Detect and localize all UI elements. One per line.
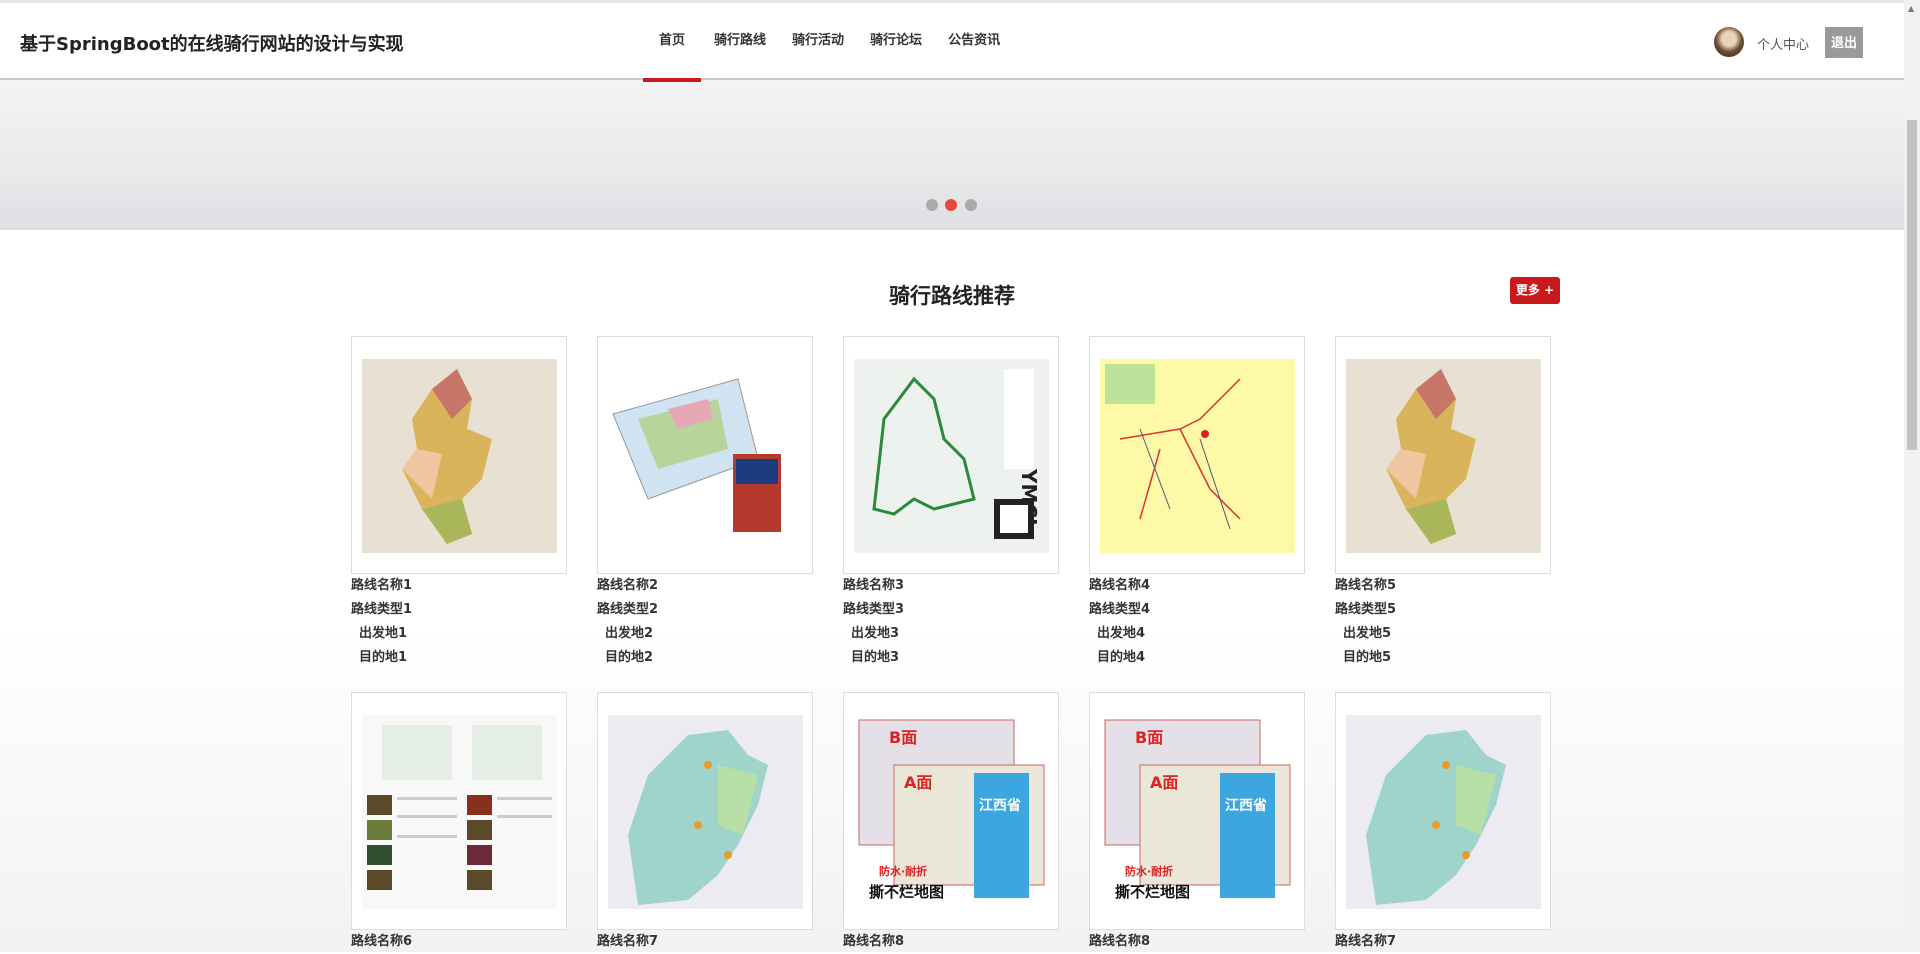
logout-button[interactable]: 退出 bbox=[1825, 27, 1863, 58]
scrollbar[interactable]: ▲ bbox=[1904, 0, 1920, 952]
route-card[interactable]: 路线名称2 路线类型2 出发地2 目的地2 bbox=[597, 336, 813, 670]
route-card[interactable]: B面 A面江西省防水·耐折撕不烂地图路线名称8 bbox=[843, 692, 1059, 954]
route-image[interactable] bbox=[1089, 336, 1305, 574]
route-origin: 出发地4 bbox=[1097, 626, 1146, 641]
route-name[interactable]: 路线名称4 bbox=[1089, 574, 1305, 598]
svg-text:A面: A面 bbox=[904, 773, 932, 792]
route-card[interactable]: 路线名称1 路线类型1 出发地1 目的地1 bbox=[351, 336, 567, 670]
route-image[interactable]: YMCI bbox=[843, 336, 1059, 574]
nav-activities[interactable]: 骑行活动 bbox=[779, 3, 857, 80]
map-image bbox=[1346, 359, 1541, 553]
map-image bbox=[1346, 715, 1541, 909]
route-image[interactable]: B面 A面江西省防水·耐折撕不烂地图 bbox=[843, 692, 1059, 930]
route-destination: 目的地3 bbox=[851, 650, 900, 665]
route-destination: 目的地5 bbox=[1343, 650, 1392, 665]
route-type: 路线类型5 bbox=[1335, 602, 1397, 617]
route-origin: 出发地2 bbox=[605, 626, 654, 641]
nav-forum[interactable]: 骑行论坛 bbox=[857, 3, 935, 80]
route-name[interactable]: 路线名称7 bbox=[1335, 930, 1551, 954]
route-name[interactable]: 路线名称8 bbox=[1089, 930, 1305, 954]
route-destination: 目的地1 bbox=[359, 650, 408, 665]
section-title: 骑行路线推荐 bbox=[889, 284, 1015, 308]
map-image: B面 A面江西省防水·耐折撕不烂地图 bbox=[854, 715, 1049, 909]
route-type: 路线类型4 bbox=[1089, 602, 1151, 617]
nav-routes[interactable]: 骑行路线 bbox=[701, 3, 779, 80]
map-image bbox=[362, 359, 557, 553]
more-button[interactable]: 更多 + bbox=[1510, 277, 1560, 304]
nav-home[interactable]: 首页 bbox=[643, 3, 702, 82]
map-image: YMCI bbox=[854, 359, 1049, 553]
route-card[interactable]: B面 A面江西省防水·耐折撕不烂地图路线名称8 bbox=[1089, 692, 1305, 954]
route-card[interactable]: 路线名称4 路线类型4 出发地4 目的地4 bbox=[1089, 336, 1305, 670]
svg-text:B面: B面 bbox=[889, 728, 917, 747]
route-type: 路线类型2 bbox=[597, 602, 659, 617]
route-name[interactable]: 路线名称5 bbox=[1335, 574, 1551, 598]
route-image[interactable] bbox=[597, 336, 813, 574]
svg-text:防水·耐折: 防水·耐折 bbox=[879, 864, 927, 878]
route-card[interactable]: 路线名称5 路线类型5 出发地5 目的地5 bbox=[1335, 336, 1551, 670]
route-image[interactable] bbox=[351, 336, 567, 574]
route-destination: 目的地4 bbox=[1097, 650, 1146, 665]
map-image bbox=[608, 715, 803, 909]
route-card[interactable]: 路线名称7 bbox=[1335, 692, 1551, 954]
route-destination: 目的地2 bbox=[605, 650, 654, 665]
main-nav: 首页 骑行路线 骑行活动 骑行论坛 公告资讯 bbox=[643, 3, 1013, 82]
route-image[interactable] bbox=[597, 692, 813, 930]
route-name[interactable]: 路线名称2 bbox=[597, 574, 813, 598]
svg-text:防水·耐折: 防水·耐折 bbox=[1125, 864, 1173, 878]
svg-text:撕不烂地图: 撕不烂地图 bbox=[869, 883, 944, 901]
route-image[interactable] bbox=[1335, 692, 1551, 930]
avatar[interactable] bbox=[1714, 27, 1744, 57]
carousel-dot-1[interactable] bbox=[926, 199, 938, 211]
scroll-up-icon[interactable]: ▲ bbox=[1908, 4, 1914, 13]
map-image: B面 A面江西省防水·耐折撕不烂地图 bbox=[1100, 715, 1295, 909]
route-name[interactable]: 路线名称7 bbox=[597, 930, 813, 954]
svg-text:A面: A面 bbox=[1150, 773, 1178, 792]
route-card[interactable]: YMCI 路线名称3 路线类型3 出发地3 目的地3 bbox=[843, 336, 1059, 670]
route-image[interactable]: B面 A面江西省防水·耐折撕不烂地图 bbox=[1089, 692, 1305, 930]
carousel-dot-3[interactable] bbox=[965, 199, 977, 211]
route-origin: 出发地5 bbox=[1343, 626, 1392, 641]
carousel-dot-2[interactable] bbox=[945, 199, 957, 211]
route-type: 路线类型1 bbox=[351, 602, 413, 617]
top-header: 基于SpringBoot的在线骑行网站的设计与实现 首页 骑行路线 骑行活动 骑… bbox=[0, 0, 1904, 82]
route-name[interactable]: 路线名称1 bbox=[351, 574, 567, 598]
nav-announcements[interactable]: 公告资讯 bbox=[935, 3, 1013, 80]
user-center-link[interactable]: 个人中心 bbox=[1757, 34, 1809, 53]
route-image[interactable] bbox=[1335, 336, 1551, 574]
route-name[interactable]: 路线名称8 bbox=[843, 930, 1059, 954]
route-name[interactable]: 路线名称3 bbox=[843, 574, 1059, 598]
svg-text:B面: B面 bbox=[1135, 728, 1163, 747]
scrollbar-thumb[interactable] bbox=[1907, 120, 1917, 450]
route-image[interactable] bbox=[351, 692, 567, 930]
map-image bbox=[608, 359, 803, 553]
route-card[interactable]: 路线名称7 bbox=[597, 692, 813, 954]
route-origin: 出发地1 bbox=[359, 626, 408, 641]
svg-text:江西省: 江西省 bbox=[1225, 797, 1267, 814]
svg-text:撕不烂地图: 撕不烂地图 bbox=[1115, 883, 1190, 901]
route-origin: 出发地3 bbox=[851, 626, 900, 641]
route-card[interactable]: 路线名称6 bbox=[351, 692, 567, 954]
route-type: 路线类型3 bbox=[843, 602, 905, 617]
site-title: 基于SpringBoot的在线骑行网站的设计与实现 bbox=[20, 34, 404, 55]
svg-text:江西省: 江西省 bbox=[979, 797, 1021, 814]
map-image bbox=[362, 715, 557, 909]
route-name[interactable]: 路线名称6 bbox=[351, 930, 567, 954]
map-image bbox=[1100, 359, 1295, 553]
